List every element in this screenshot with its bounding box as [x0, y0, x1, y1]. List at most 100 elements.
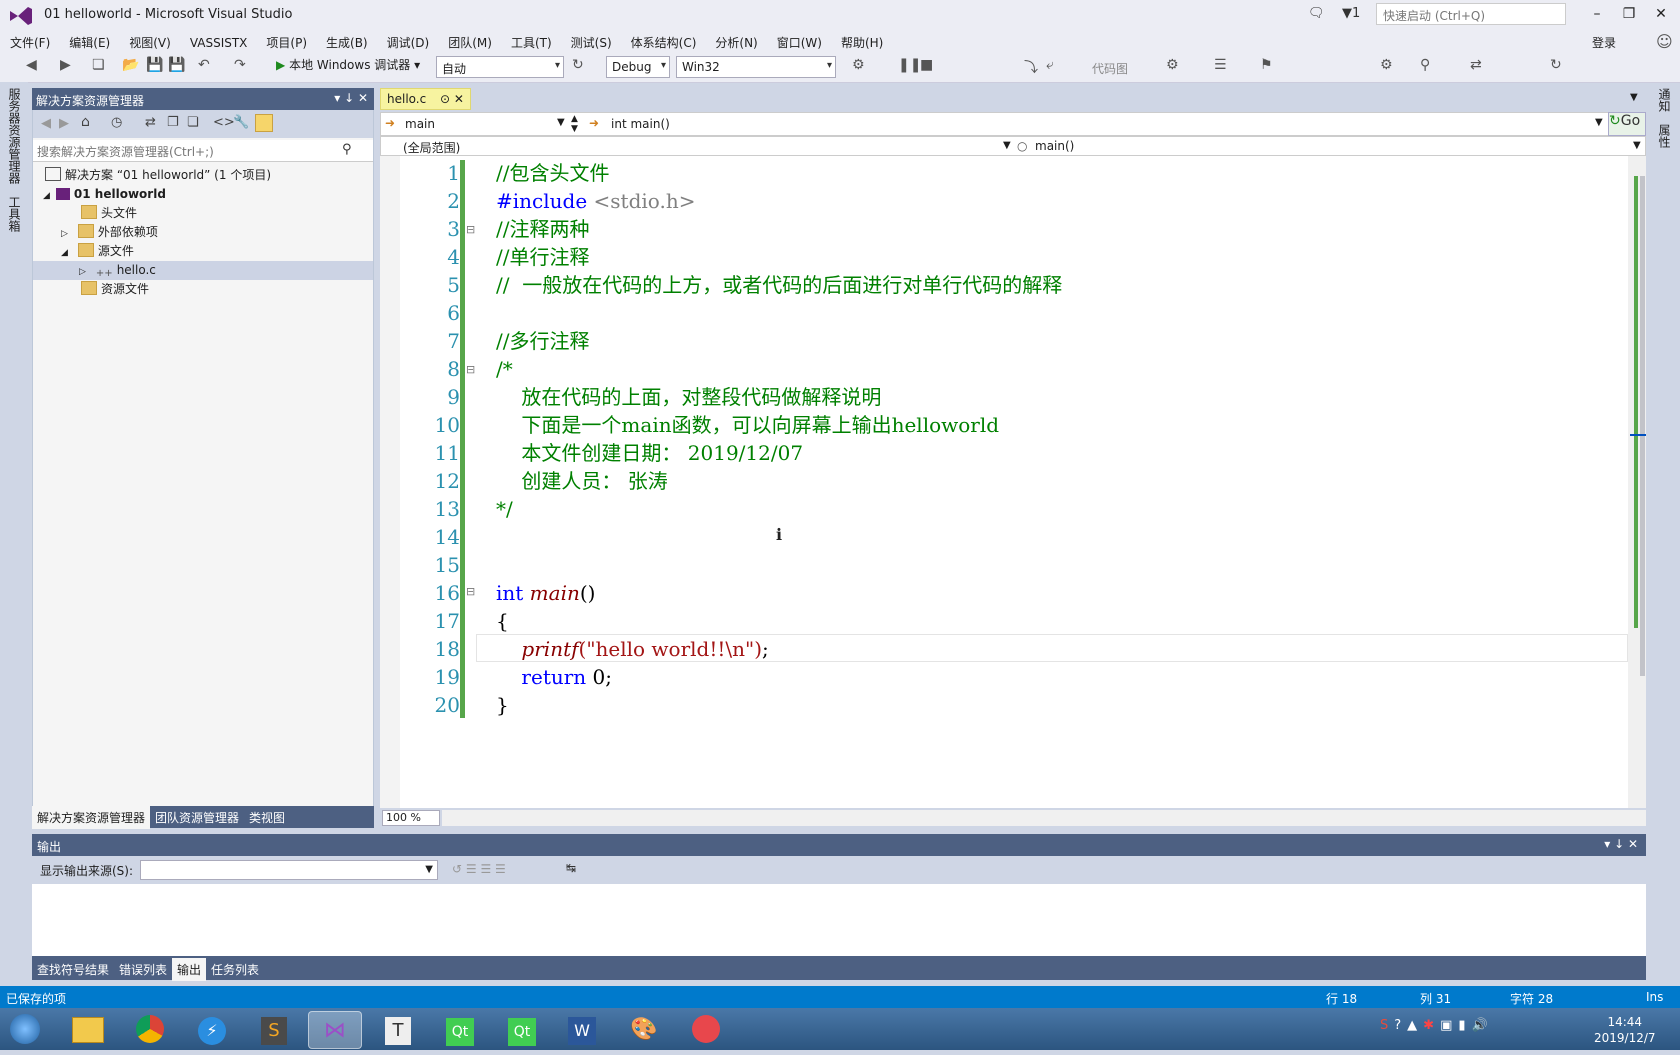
function-dropdown[interactable]: main() [1035, 139, 1074, 153]
account-icon[interactable]: ☺ [1656, 32, 1673, 51]
forward-icon[interactable]: ▶ [60, 57, 71, 73]
scope-dropdown[interactable]: main [405, 117, 581, 131]
tab-error-list[interactable]: 错误列表 [114, 958, 172, 981]
tab-output[interactable]: 输出 [172, 958, 207, 981]
visual-studio-taskbar-icon[interactable]: ⋈ [308, 1011, 362, 1049]
menu-project[interactable]: 项目(P) [256, 30, 316, 51]
server-explorer-tab[interactable]: 服务器资源管理器 [6, 88, 23, 184]
menu-debug[interactable]: 调试(D) [377, 30, 439, 51]
open-file-icon[interactable]: 📂 [122, 57, 139, 73]
se-preview-icon[interactable] [255, 114, 273, 132]
menu-team[interactable]: 团队(M) [438, 30, 501, 51]
paint-icon[interactable]: 🎨 [618, 1011, 670, 1047]
start-debugging-button[interactable]: ▶ 本地 Windows 调试器 ▾ [276, 56, 420, 73]
menu-architecture[interactable]: 体系结构(C) [621, 30, 706, 51]
output-tools-icon[interactable]: ↺ ☰ ☰ ☰ [452, 862, 506, 876]
menu-window[interactable]: 窗口(W) [767, 30, 831, 51]
se-properties-icon[interactable]: 🔧 [233, 115, 249, 130]
system-tray-icons[interactable]: S?▲✱▣▮🔊 [1380, 1018, 1494, 1033]
configuration-dropdown[interactable]: Debug [606, 56, 670, 78]
pin-icon[interactable]: ⊙ [440, 92, 450, 106]
tree-item-solution[interactable]: 解决方案 “01 helloworld” (1 个项目) [33, 166, 373, 185]
notification-icon[interactable]: 🗨 [1308, 6, 1325, 21]
scope-dropdown-arrow-icon[interactable]: ▼ [557, 117, 565, 128]
output-source-dropdown[interactable]: ▼ [140, 860, 438, 880]
refresh-icon[interactable]: ↻ [572, 57, 584, 73]
undo-icon[interactable]: ↶ [198, 57, 210, 73]
redo-icon[interactable]: ↷ [234, 57, 246, 73]
code-map-button[interactable]: 代码图 [1092, 60, 1128, 77]
tree-item-project[interactable]: ◢ 01 helloworld [33, 185, 373, 204]
tab-find-symbol[interactable]: 查找符号结果 [32, 958, 114, 981]
solution-search-input[interactable]: 搜索解决方案资源管理器(Ctrl+;) [33, 140, 373, 162]
bookmark-icon[interactable]: ⚑ [1260, 57, 1273, 73]
refresh-code-icon[interactable]: ↻ [1550, 57, 1562, 73]
function-arrow-icon[interactable]: ▼ [1633, 140, 1641, 151]
pause-icon[interactable]: ❚❚ [898, 57, 921, 73]
save-all-icon[interactable]: 💾 [168, 57, 185, 73]
menu-edit[interactable]: 编辑(E) [59, 30, 119, 51]
sublime-icon[interactable]: S [248, 1011, 300, 1047]
filter-icon[interactable]: ▼1 [1342, 6, 1360, 21]
menu-test[interactable]: 测试(S) [561, 30, 621, 51]
back-icon[interactable]: ◀ [26, 57, 37, 73]
tree-item-external-deps[interactable]: ▷ 外部依赖项 [33, 223, 373, 242]
find-icon[interactable]: ⚙ [852, 57, 865, 73]
start-button[interactable] [2, 1011, 48, 1047]
tree-item-header-files[interactable]: 头文件 [33, 204, 373, 223]
menu-analyze[interactable]: 分析(N) [705, 30, 766, 51]
se-home-icon[interactable]: ⌂ [81, 114, 90, 130]
tab-overflow-icon[interactable]: ▼ [1630, 92, 1638, 103]
step-over-icon[interactable]: ⤵ [1024, 57, 1038, 77]
split-icon[interactable]: ▲ ▼ [571, 114, 578, 134]
global-scope-arrow-icon[interactable]: ▼ [1003, 140, 1011, 151]
word-icon[interactable]: W [556, 1011, 608, 1047]
tab-close-icon[interactable]: ✕ [454, 92, 464, 106]
settings-icon[interactable]: ⚙ [1380, 57, 1393, 73]
minimize-button[interactable]: – [1582, 3, 1612, 25]
toolbox-tab[interactable]: 工具箱 [6, 196, 23, 232]
close-button[interactable]: ✕ [1646, 3, 1676, 25]
platform-dropdown[interactable]: Win32 [676, 56, 836, 78]
notifications-tab[interactable]: 通知 [1656, 88, 1673, 112]
search-icon[interactable]: ⚲ [342, 142, 352, 157]
quick-launch-input[interactable]: 快速启动 (Ctrl+Q) [1376, 3, 1566, 25]
tree-item-source-files[interactable]: ◢ 源文件 [33, 242, 373, 261]
se-view-code-icon[interactable]: <> [213, 115, 235, 130]
panel-close-icon[interactable]: ▾ ↓ ✕ [334, 91, 368, 105]
tab-team-explorer[interactable]: 团队资源管理器 [150, 806, 244, 829]
tools-icon[interactable]: ⚙ [1166, 57, 1179, 73]
taskbar-clock[interactable]: 14:44 2019/12/7 [1594, 1014, 1656, 1046]
login-link[interactable]: 登录 [1592, 34, 1616, 51]
properties-tab[interactable]: 属性 [1656, 124, 1673, 148]
thunder-icon[interactable]: ⚡ [186, 1011, 238, 1047]
tab-class-view[interactable]: 类视图 [244, 806, 290, 829]
output-body[interactable] [32, 884, 1646, 956]
scrollbar-thumb[interactable] [1640, 176, 1645, 676]
explorer-icon[interactable] [62, 1011, 114, 1047]
se-history-icon[interactable]: ◷ [111, 115, 122, 130]
align-icon[interactable]: ☰ [1214, 57, 1227, 73]
qt-icon[interactable]: Qt [434, 1011, 486, 1047]
menu-help[interactable]: 帮助(H) [831, 30, 892, 51]
solution-mode-dropdown[interactable]: 自动 [436, 56, 564, 78]
se-sync-icon[interactable]: ⇄ [145, 115, 156, 130]
chrome-icon[interactable] [124, 1011, 176, 1047]
se-back-icon[interactable]: ◀ [41, 116, 51, 131]
tab-hello-c[interactable]: hello.c ⊙ ✕ [380, 88, 471, 110]
arrows-icon[interactable]: ⇄ [1470, 57, 1482, 73]
zoom-dropdown[interactable]: 100 % [382, 810, 440, 826]
menu-build[interactable]: 生成(B) [316, 30, 377, 51]
tree-item-resource-files[interactable]: 资源文件 [33, 280, 373, 299]
word-wrap-icon[interactable]: ↹ [566, 861, 576, 875]
step-into-icon[interactable]: ⤶ [1046, 57, 1054, 73]
save-icon[interactable]: 💾 [146, 57, 163, 73]
tab-task-list[interactable]: 任务列表 [206, 958, 264, 981]
search-tool-icon[interactable]: ⚲ [1420, 57, 1430, 73]
menu-vassistx[interactable]: VASSISTX [180, 32, 257, 50]
member-dropdown[interactable]: int main() [611, 117, 670, 131]
se-forward-icon[interactable]: ▶ [59, 116, 69, 131]
vertical-scrollbar[interactable] [1628, 156, 1646, 808]
menu-view[interactable]: 视图(V) [119, 30, 180, 51]
new-project-icon[interactable]: ❏ [92, 57, 105, 73]
